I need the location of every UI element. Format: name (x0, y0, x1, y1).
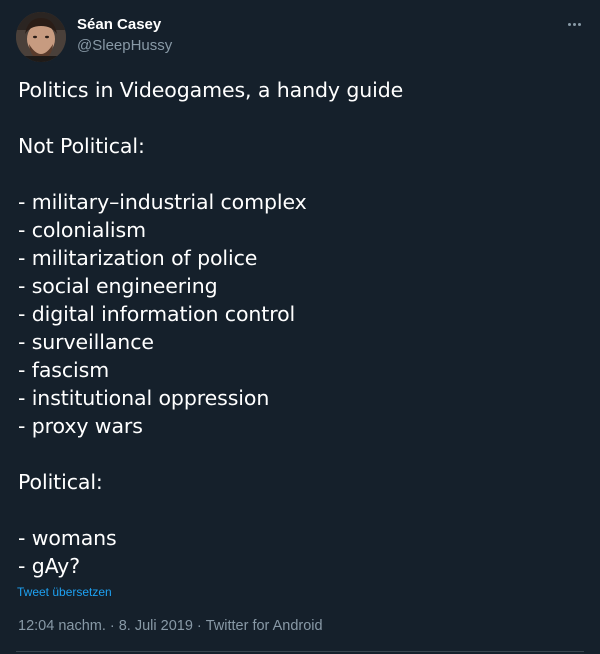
section-heading-political: Political: (18, 470, 103, 494)
list-item: - militarization of police (18, 246, 258, 270)
avatar-image (16, 12, 66, 62)
translate-tweet-link[interactable]: Tweet übersetzen (17, 585, 112, 599)
more-dot (577, 22, 581, 26)
list-item: - fascism (18, 358, 110, 382)
author-display-name[interactable]: Séan Casey (77, 16, 161, 33)
list-item: - proxy wars (18, 414, 143, 438)
divider (16, 651, 584, 652)
section-heading-not-political: Not Political: (18, 134, 145, 158)
tweet-date[interactable]: 8. Juli 2019 (119, 618, 193, 634)
list-item: - digital information control (18, 302, 296, 326)
more-dot (567, 22, 571, 26)
tweet-text: Politics in Videogames, a handy guide No… (18, 76, 588, 580)
list-item: - womans (18, 526, 117, 550)
tweet-meta: 12:04 nachm. · 8. Juli 2019 · Twitter for An… (18, 618, 323, 634)
list-item: - institutional oppression (18, 386, 270, 410)
avatar[interactable] (16, 12, 66, 62)
meta-separator: · (196, 618, 202, 634)
meta-separator: · (109, 618, 115, 634)
tweet-time[interactable]: 12:04 nachm. (18, 618, 106, 634)
list-item: - social engineering (18, 274, 218, 298)
author-handle[interactable]: @SleepHussy (77, 37, 172, 54)
more-icon[interactable] (562, 14, 586, 34)
list-item: - gAy? (18, 554, 80, 578)
list-item: - military–industrial complex (18, 190, 307, 214)
tweet-card: Séan Casey @SleepHussy Politics in Video… (0, 0, 600, 654)
tweet-title-line: Politics in Videogames, a handy guide (18, 78, 404, 102)
list-item: - surveillance (18, 330, 154, 354)
tweet-source[interactable]: Twitter for Android (206, 618, 323, 634)
more-dot (572, 22, 576, 26)
list-item: - colonialism (18, 218, 146, 242)
